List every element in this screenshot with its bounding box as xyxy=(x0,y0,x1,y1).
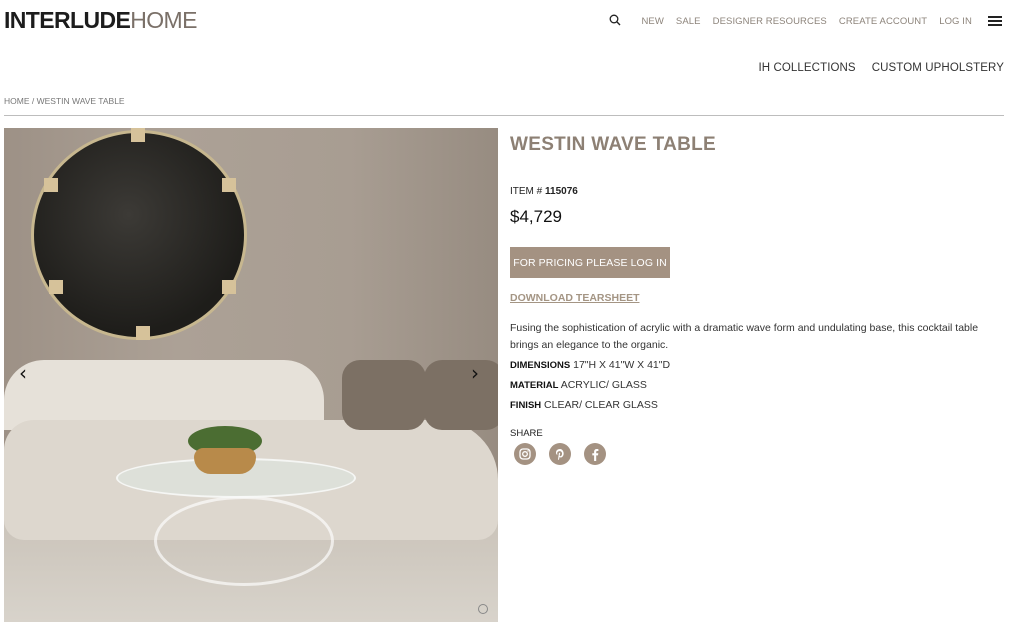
image-pillow xyxy=(342,360,426,430)
spec-finish-value: CLEAR/ CLEAR GLASS xyxy=(541,399,658,411)
chevron-right-icon[interactable]: › xyxy=(466,363,484,383)
breadcrumb-current: WESTIN WAVE TABLE xyxy=(36,96,125,106)
logo-text-secondary: HOME xyxy=(130,7,197,33)
nav-designer-resources[interactable]: DESIGNER RESOURCES xyxy=(713,16,827,27)
nav-ih-collections[interactable]: IH COLLECTIONS xyxy=(758,62,855,74)
image-plant-pot xyxy=(194,448,256,474)
spec-material: MATERIAL ACRYLIC/ GLASS xyxy=(510,377,1010,394)
menu-bar xyxy=(988,20,1002,22)
download-tearsheet-link[interactable]: DOWNLOAD TEARSHEET xyxy=(510,292,640,304)
search-icon[interactable] xyxy=(609,14,623,28)
image-mirror-clip xyxy=(222,178,236,192)
spec-dimensions: DIMENSIONS 17"H X 41"W X 41"D xyxy=(510,357,1010,374)
image-mirror-clip xyxy=(44,178,58,192)
pinterest-icon[interactable] xyxy=(549,443,571,465)
spec-material-value: ACRYLIC/ GLASS xyxy=(558,379,647,391)
product-title: WESTIN WAVE TABLE xyxy=(510,134,717,155)
login-for-pricing-button[interactable]: FOR PRICING PLEASE LOG IN xyxy=(510,247,670,278)
social-share-buttons xyxy=(510,443,1010,465)
chevron-left-icon[interactable]: ‹ xyxy=(14,363,32,383)
site-logo[interactable]: INTERLUDEHOME xyxy=(4,6,197,34)
image-mirror-clip xyxy=(136,326,150,340)
nav-sale[interactable]: SALE xyxy=(676,16,701,27)
share-label: SHARE xyxy=(510,428,543,439)
item-number-label: ITEM # xyxy=(510,186,546,197)
instagram-icon[interactable] xyxy=(514,443,536,465)
nav-new[interactable]: NEW xyxy=(641,16,663,27)
zoom-icon[interactable] xyxy=(478,604,488,614)
nav-log-in[interactable]: LOG IN xyxy=(939,16,972,27)
facebook-icon[interactable] xyxy=(584,443,606,465)
item-number-value: 115076 xyxy=(545,186,578,197)
nav-create-account[interactable]: CREATE ACCOUNT xyxy=(839,16,927,27)
nav-custom-upholstery[interactable]: CUSTOM UPHOLSTERY xyxy=(872,62,1004,74)
spec-dimensions-label: DIMENSIONS xyxy=(510,360,571,371)
site-header: INTERLUDEHOME NEW SALE DESIGNER RESOURCE… xyxy=(0,0,1024,44)
product-image-gallery[interactable]: ‹ › xyxy=(4,128,498,622)
spec-material-label: MATERIAL xyxy=(510,380,559,391)
spec-finish: FINISH CLEAR/ CLEAR GLASS xyxy=(510,397,1010,414)
top-navigation: NEW SALE DESIGNER RESOURCES CREATE ACCOU… xyxy=(609,12,1002,30)
image-pillow xyxy=(424,360,498,430)
spec-finish-label: FINISH xyxy=(510,400,542,411)
spec-dimensions-value: 17"H X 41"W X 41"D xyxy=(570,359,671,371)
product-info: WESTIN WAVE TABLE ITEM # 115076 $4,729 F… xyxy=(510,128,1010,465)
item-number: ITEM # 115076 xyxy=(510,186,1010,197)
image-table-base xyxy=(154,496,334,586)
menu-bar xyxy=(988,24,1002,26)
image-round-mirror xyxy=(31,130,247,340)
image-mirror-clip xyxy=(222,280,236,294)
breadcrumb: HOME / WESTIN WAVE TABLE xyxy=(4,96,125,106)
product-description: Fusing the sophistication of acrylic wit… xyxy=(510,322,979,351)
header-divider xyxy=(4,115,1004,116)
breadcrumb-separator: / xyxy=(29,96,37,106)
hamburger-menu-icon[interactable] xyxy=(988,15,1002,27)
menu-bar xyxy=(988,16,1002,18)
image-mirror-clip xyxy=(49,280,63,294)
product-price: $4,729 xyxy=(510,207,562,226)
breadcrumb-home[interactable]: HOME xyxy=(4,96,30,106)
secondary-navigation: IH COLLECTIONS CUSTOM UPHOLSTERY xyxy=(742,62,1004,74)
image-mirror-clip xyxy=(131,128,145,142)
logo-text-primary: INTERLUDE xyxy=(4,7,131,33)
